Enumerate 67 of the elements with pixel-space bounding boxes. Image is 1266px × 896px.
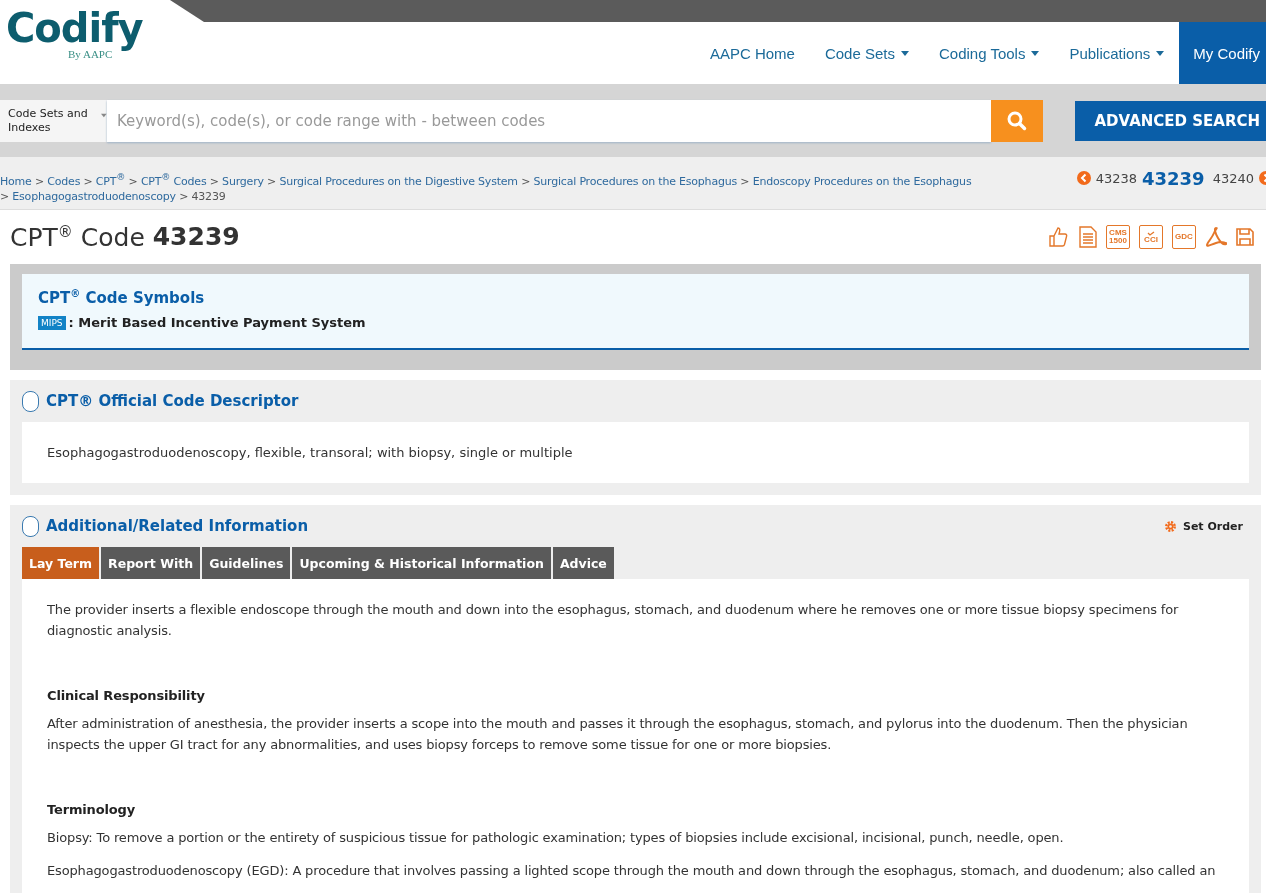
breadcrumb-link[interactable]: Endoscopy Procedures on the Esophagus: [752, 174, 972, 188]
tab[interactable]: Guidelines: [202, 547, 291, 579]
content-heading: Clinical Responsibility: [47, 687, 206, 705]
nav-link[interactable]: Publications: [1054, 22, 1180, 84]
symbol-badge: MIPS: [38, 315, 66, 330]
breadcrumb-separator: >: [35, 174, 44, 188]
content-paragraph: Esophagogastroduodenoscopy (EGD): A procedure that involves passing a lighted scope through the mouth and down through the esophagus, stomach, and duodenum; also called an: [47, 862, 1217, 880]
pdf-icon[interactable]: [1205, 227, 1227, 247]
labeled-icon[interactable]: GDC: [1172, 225, 1196, 249]
breadcrumb-link[interactable]: Surgery: [222, 174, 264, 188]
nav-link[interactable]: Code Sets: [809, 22, 924, 84]
nav-link[interactable]: Coding Tools: [923, 22, 1055, 84]
breadcrumb-link[interactable]: CPT$^{®}$: [95, 174, 126, 188]
tab[interactable]: Lay Term: [22, 547, 100, 579]
search-button[interactable]: [991, 99, 1044, 142]
symbol-description: : Merit Based Incentive Payment System: [68, 315, 366, 330]
breadcrumb-separator: >: [209, 174, 219, 188]
section-title: Additional/Related Information: [46, 517, 309, 535]
thumbs-up-icon[interactable]: [1048, 226, 1070, 248]
tab[interactable]: Report With: [101, 547, 201, 579]
breadcrumb-separator: >: [0, 189, 10, 203]
gear-icon: [1164, 519, 1177, 533]
search-field[interactable]: Keyword(s), code(s), or code range with - between codes: [107, 99, 992, 142]
document-icon[interactable]: [1079, 226, 1097, 248]
breadcrumb-separator: >: [521, 174, 531, 188]
caret-icon: [1031, 50, 1040, 56]
nav-link[interactable]: My Codify: [1179, 22, 1266, 84]
scope-dropdown[interactable]: Code Sets and Indexes: [0, 99, 107, 142]
page-title: CPT$^{®}$ Code 43239: [10, 222, 240, 252]
section-toggle[interactable]: [22, 390, 39, 412]
advanced-search-button[interactable]: ADVANCED SEARCH: [1075, 100, 1266, 141]
caret-icon: [101, 113, 107, 118]
breadcrumb-link[interactable]: Surgical Procedures on the Digestive System: [279, 174, 518, 188]
symbols-title: CPT$^{®}$ Code Symbols: [38, 288, 206, 307]
tab[interactable]: Upcoming & Historical Information: [292, 547, 551, 579]
section-title: CPT® Official Code Descriptor: [46, 392, 299, 410]
caret-icon: [900, 50, 909, 56]
breadcrumb-separator: >: [740, 174, 750, 188]
tab[interactable]: Advice: [552, 547, 614, 579]
breadcrumb-separator: >: [83, 174, 93, 188]
previous-code-icon[interactable]: [1076, 171, 1091, 185]
section-toggle[interactable]: [22, 515, 39, 537]
breadcrumb-link[interactable]: CPT$^{®}$ Codes: [140, 174, 207, 188]
nav-link[interactable]: AAPC Home: [694, 22, 810, 84]
content-paragraph: The provider inserts a flexible endoscope through the mouth and down into the esophagus, stomach, and duodenum where he removes one or more tissue biopsy specimens for diagnostic analysis.: [47, 601, 1180, 640]
content-heading: Terminology: [47, 801, 137, 819]
content-paragraph: Biopsy: To remove a portion or the entirety of suspicious tissue for pathologic examination; types of biopsies include excisional, incisional, punch, needle, open.: [47, 829, 1065, 847]
breadcrumb-link[interactable]: Esophagogastroduodenoscopy: [12, 189, 176, 203]
next-code[interactable]: 43240: [1212, 170, 1254, 186]
search-icon: [1007, 110, 1028, 131]
labeled-icon[interactable]: CMS 1500: [1106, 225, 1130, 249]
previous-code[interactable]: 43238: [1095, 170, 1137, 186]
breadcrumb-link[interactable]: Home: [0, 174, 32, 188]
labeled-icon[interactable]: CCI: [1139, 225, 1163, 249]
save-icon[interactable]: [1236, 228, 1254, 246]
current-code: 43239: [1142, 167, 1205, 189]
content-paragraph: After administration of anesthesia, the provider inserts a scope into the mouth and passes it through the esophagus, stomach, and pylorus into the duodenum. Then the physician inspects the upper GI tract for any abnormalities, and uses biopsy forceps to remove some tissue for one or more biopsies.: [47, 715, 1189, 754]
breadcrumb-separator: >: [128, 174, 138, 188]
caret-icon: [1156, 50, 1165, 56]
breadcrumb-separator: >: [267, 174, 277, 188]
breadcrumb-link[interactable]: Codes: [47, 174, 81, 188]
set-order-button[interactable]: Set Order: [1158, 518, 1249, 534]
breadcrumb-current: 43239: [191, 189, 226, 203]
breadcrumb-link[interactable]: Surgical Procedures on the Esophagus: [533, 174, 737, 188]
breadcrumb-separator: >: [179, 189, 189, 203]
descriptor-text: Esophagogastroduodenoscopy, flexible, transoral; with biopsy, single or multiple: [22, 422, 1249, 483]
logo-byline: By AAPC: [68, 48, 113, 60]
